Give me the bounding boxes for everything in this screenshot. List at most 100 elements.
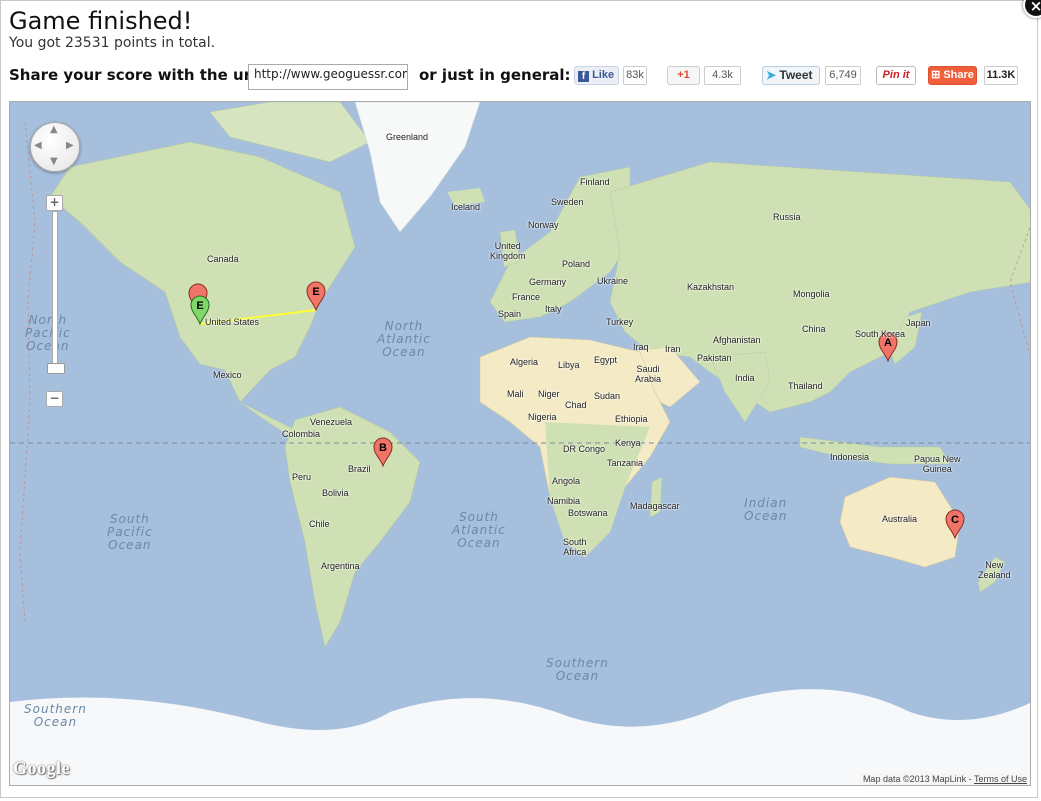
label-south-korea: South Korea [855, 329, 906, 339]
label-afghanistan: Afghanistan [713, 335, 761, 345]
label-niger: Niger [538, 389, 560, 399]
twitter-bird-icon: ➤ [766, 68, 777, 82]
label-indian-ocean: Indian Ocean [744, 496, 788, 523]
google-logo[interactable]: Google [13, 758, 70, 779]
label-bolivia: Bolivia [322, 488, 349, 498]
label-poland: Poland [562, 259, 591, 269]
facebook-like-count: 83k [623, 66, 647, 85]
label-indonesia: Indonesia [830, 452, 870, 462]
label-france: France [512, 292, 541, 302]
label-spain: Spain [498, 309, 522, 319]
label-kazakhstan: Kazakhstan [687, 282, 735, 292]
label-peru: Peru [292, 472, 312, 482]
score-summary: You got 23531 points in total. [9, 35, 216, 51]
label-nigeria: Nigeria [528, 412, 557, 422]
label-venezuela: Venezuela [310, 417, 353, 427]
label-southern-ocean-2: Southern Ocean [24, 702, 87, 729]
label-iraq: Iraq [633, 342, 649, 352]
pan-left-icon[interactable]: ◀ [34, 140, 42, 151]
label-ethiopia: Ethiopia [615, 414, 648, 424]
marker-e-guess-letter: E [196, 300, 203, 312]
label-mali: Mali [507, 389, 524, 399]
label-argentina: Argentina [321, 561, 360, 571]
label-sudan: Sudan [594, 391, 621, 401]
pinterest-label: Pin it [882, 69, 910, 81]
label-new-zealand: New Zealand [978, 560, 1011, 580]
label-germany: Germany [529, 277, 567, 287]
label-canada: Canada [207, 254, 239, 264]
label-madagascar: Madagascar [630, 501, 680, 511]
marker-e-letter: E [312, 286, 319, 298]
label-pakistan: Pakistan [697, 353, 732, 363]
terms-of-use-link[interactable]: Terms of Use [974, 774, 1027, 784]
label-australia: Australia [882, 514, 918, 524]
page-title: Game finished! [9, 7, 193, 35]
label-italy: Italy [545, 304, 562, 314]
share-general-label: or just in general: [419, 66, 571, 84]
label-iran: Iran [665, 344, 681, 354]
zoom-out-button[interactable]: − [46, 391, 63, 407]
label-finland: Finland [580, 177, 610, 187]
pan-right-icon[interactable]: ▶ [66, 140, 74, 151]
map-canvas: E E A B C [10, 102, 1030, 785]
googleplus-button[interactable]: +1 [667, 66, 700, 85]
label-south-africa: South Africa [563, 537, 587, 557]
label-chad: Chad [565, 400, 587, 410]
label-thailand: Thailand [788, 381, 823, 391]
label-algeria: Algeria [510, 357, 539, 367]
label-kenya: Kenya [615, 438, 641, 448]
label-brazil: Brazil [348, 464, 371, 474]
pan-down-icon[interactable]: ▼ [50, 156, 58, 167]
label-united-states: United States [205, 317, 260, 327]
share-count: 11.3K [984, 66, 1018, 85]
label-chile: Chile [309, 519, 330, 529]
label-iceland: Iceland [451, 202, 481, 212]
label-mexico: Mexico [213, 370, 242, 380]
marker-b-letter: B [379, 442, 387, 454]
label-united-kingdom: United Kingdom [490, 241, 526, 261]
label-south-pacific-ocean: South Pacific Ocean [107, 512, 153, 552]
zoom-in-button[interactable]: + [46, 195, 63, 211]
label-russia: Russia [773, 212, 801, 222]
label-sweden: Sweden [551, 197, 584, 207]
pinterest-button[interactable]: Pin it [876, 66, 916, 85]
label-dr-congo: DR Congo [563, 444, 606, 454]
label-papua-new-guinea: Papua New Guinea [914, 454, 961, 474]
googleplus-label: +1 [677, 69, 690, 81]
facebook-like-button[interactable]: f Like [574, 66, 619, 85]
label-angola: Angola [552, 476, 581, 486]
label-india: India [735, 373, 755, 383]
label-north-atlantic-ocean: North Atlantic Ocean [377, 319, 431, 359]
share-url-label: Share your score with the url: [9, 66, 263, 84]
tweet-button[interactable]: ➤ Tweet [762, 66, 820, 85]
label-botswana: Botswana [568, 508, 608, 518]
world-map[interactable]: E E A B C Greenland Iceland Finland Swed… [9, 101, 1031, 786]
addthis-share-button[interactable]: ⊞ Share [928, 66, 977, 85]
label-southern-ocean-1: Southern Ocean [546, 656, 609, 683]
label-egypt: Egypt [594, 355, 618, 365]
zoom-slider-track[interactable] [52, 211, 58, 368]
pan-up-icon[interactable]: ▲ [50, 124, 58, 135]
attribution-text: Map data ©2013 MapLink - [862, 774, 974, 784]
label-saudi-arabia: Saudi Arabia [635, 364, 662, 384]
tweet-count: 6,749 [825, 66, 861, 85]
label-ukraine: Ukraine [597, 276, 629, 286]
share-label: Share [943, 69, 974, 81]
zoom-slider-handle[interactable] [47, 363, 65, 374]
label-mongolia: Mongolia [793, 289, 830, 299]
label-tanzania: Tanzania [607, 458, 644, 468]
label-china: China [802, 324, 826, 334]
share-url-field[interactable]: http://www.geoguessr.com [248, 64, 408, 90]
label-south-atlantic-ocean: South Atlantic Ocean [452, 510, 506, 550]
pan-control[interactable]: ▲ ▼ ◀ ▶ [30, 122, 80, 172]
marker-c-letter: C [951, 514, 959, 526]
label-greenland: Greenland [386, 132, 429, 142]
facebook-like-label: Like [592, 69, 615, 81]
plus-icon: ⊞ [931, 69, 941, 81]
googleplus-count: 4.3k [704, 66, 741, 85]
label-libya: Libya [558, 360, 580, 370]
tweet-label: Tweet [779, 68, 813, 82]
label-norway: Norway [528, 220, 559, 230]
label-namibia: Namibia [547, 496, 581, 506]
label-colombia: Colombia [282, 429, 321, 439]
